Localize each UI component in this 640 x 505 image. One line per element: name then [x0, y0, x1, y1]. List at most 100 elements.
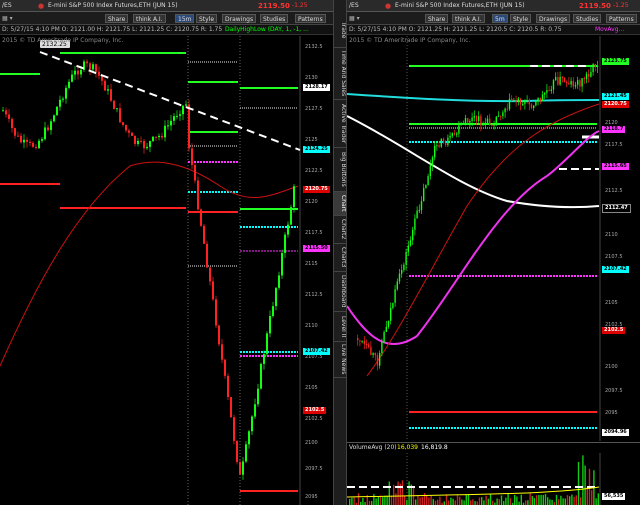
candle: [361, 340, 363, 342]
left-patterns-button[interactable]: Patterns: [295, 14, 326, 23]
right-style-button[interactable]: Style: [510, 14, 532, 23]
candle: [561, 76, 563, 78]
right-patterns-button[interactable]: Patterns: [606, 14, 637, 23]
tab-chart3[interactable]: Chart3: [334, 244, 346, 272]
left-timeframe-select[interactable]: 15m: [175, 14, 195, 23]
left-info-icon[interactable]: ●: [38, 1, 44, 11]
candle: [95, 64, 97, 72]
left-share-button[interactable]: Share: [105, 14, 129, 23]
right-level-badge: 2120.75: [602, 101, 629, 108]
candle: [590, 72, 592, 77]
volume-bar: [514, 494, 516, 505]
candle: [8, 114, 10, 119]
volume-bar: [520, 494, 522, 505]
candle: [370, 346, 372, 355]
right-last-price: 2119.50: [579, 2, 611, 10]
candle: [122, 122, 124, 125]
left-level-badge: 2115.50: [303, 245, 330, 252]
candle: [221, 344, 223, 360]
right-info-icon[interactable]: ●: [385, 1, 391, 11]
candle: [233, 417, 235, 441]
candle: [44, 127, 46, 140]
volume-bar: [481, 497, 483, 505]
candle: [74, 70, 76, 75]
tab-dashboard[interactable]: Dashboard: [334, 272, 346, 312]
right-instrument-title: E-mini S&P 500 Index Futures,ETH (JUN 15…: [395, 2, 525, 9]
volume-bar: [401, 480, 404, 505]
tab-big-buttons[interactable]: Big Buttons: [334, 148, 346, 192]
left-axis-tick: 2107.5: [305, 354, 323, 360]
left-price-chart[interactable]: 2132.25: [0, 36, 333, 505]
candle: [245, 444, 247, 462]
left-axis-tick: 2100: [305, 440, 318, 446]
volume-bar: [489, 493, 492, 505]
candle: [588, 73, 590, 77]
left-think-button[interactable]: think A.I.: [133, 14, 166, 23]
candle: [17, 135, 19, 137]
candle: [464, 118, 467, 124]
right-timeframe-select[interactable]: 5m: [492, 14, 508, 23]
volume-bar: [349, 498, 351, 505]
volume-bar: [492, 500, 494, 505]
tab-time-and-sales[interactable]: Time And Sales: [334, 48, 346, 100]
left-studies-button[interactable]: Studies: [260, 14, 289, 23]
candle: [572, 81, 574, 87]
right-share-button[interactable]: Share: [425, 14, 449, 23]
candle: [197, 180, 199, 210]
left-drawings-button[interactable]: Drawings: [222, 14, 257, 23]
volume-bar: [351, 497, 353, 505]
left-layout-icon[interactable]: ▦ ▾: [2, 14, 13, 24]
candle: [179, 114, 181, 116]
left-symbol-field[interactable]: /ES: [2, 1, 12, 11]
candle: [537, 97, 539, 101]
right-drawings-button[interactable]: Drawings: [536, 14, 571, 23]
right-price-chart[interactable]: [347, 36, 640, 441]
right-studies-button[interactable]: Studies: [573, 14, 602, 23]
candle: [266, 333, 268, 355]
candle: [429, 165, 431, 177]
right-think-button[interactable]: think A.I.: [452, 14, 485, 23]
candle: [53, 115, 55, 122]
candle: [2, 110, 4, 112]
volume-bar: [547, 497, 549, 505]
tab-active-trader[interactable]: Active Trader: [334, 100, 346, 148]
left-style-button[interactable]: Style: [196, 14, 218, 23]
candle: [71, 74, 73, 82]
tab-chart2[interactable]: Chart2: [334, 216, 346, 244]
volume-bar: [496, 498, 498, 505]
volume-bar: [368, 500, 371, 505]
candle: [239, 462, 241, 475]
candle: [438, 145, 440, 147]
tab-live-news[interactable]: Live News: [334, 342, 346, 378]
candle: [500, 115, 502, 117]
volume-average: 16,819.8: [421, 444, 448, 451]
volume-bar: [426, 494, 428, 505]
volume-bar: [373, 494, 375, 505]
left-axis-tick: 2112.5: [305, 292, 323, 298]
right-axis-tick: 2095: [605, 410, 618, 416]
candle: [383, 331, 385, 343]
candle: [182, 105, 184, 115]
tab-trade[interactable]: Trade: [334, 14, 346, 48]
candle: [176, 115, 178, 117]
volume-bar: [393, 484, 395, 505]
volume-bar: [483, 500, 485, 505]
tab-level-ii[interactable]: Level II: [334, 312, 346, 342]
candle: [489, 118, 491, 125]
candle: [152, 136, 154, 142]
candle: [418, 210, 420, 212]
candle: [170, 120, 172, 126]
volume-bar: [423, 493, 426, 505]
candle: [563, 77, 566, 82]
right-layout-icon[interactable]: ▦ ▾: [349, 14, 360, 24]
tab-chart[interactable]: Chart: [334, 192, 346, 216]
candle: [14, 128, 16, 136]
right-symbol-field[interactable]: /ES: [349, 1, 359, 11]
candle: [98, 71, 100, 76]
candle: [92, 64, 94, 70]
right-chart-window: /ES ● E-mini S&P 500 Index Futures,ETH (…: [347, 0, 640, 505]
candle: [254, 404, 256, 417]
candle: [164, 125, 166, 138]
volume-bar: [560, 495, 562, 505]
candle: [372, 352, 374, 355]
